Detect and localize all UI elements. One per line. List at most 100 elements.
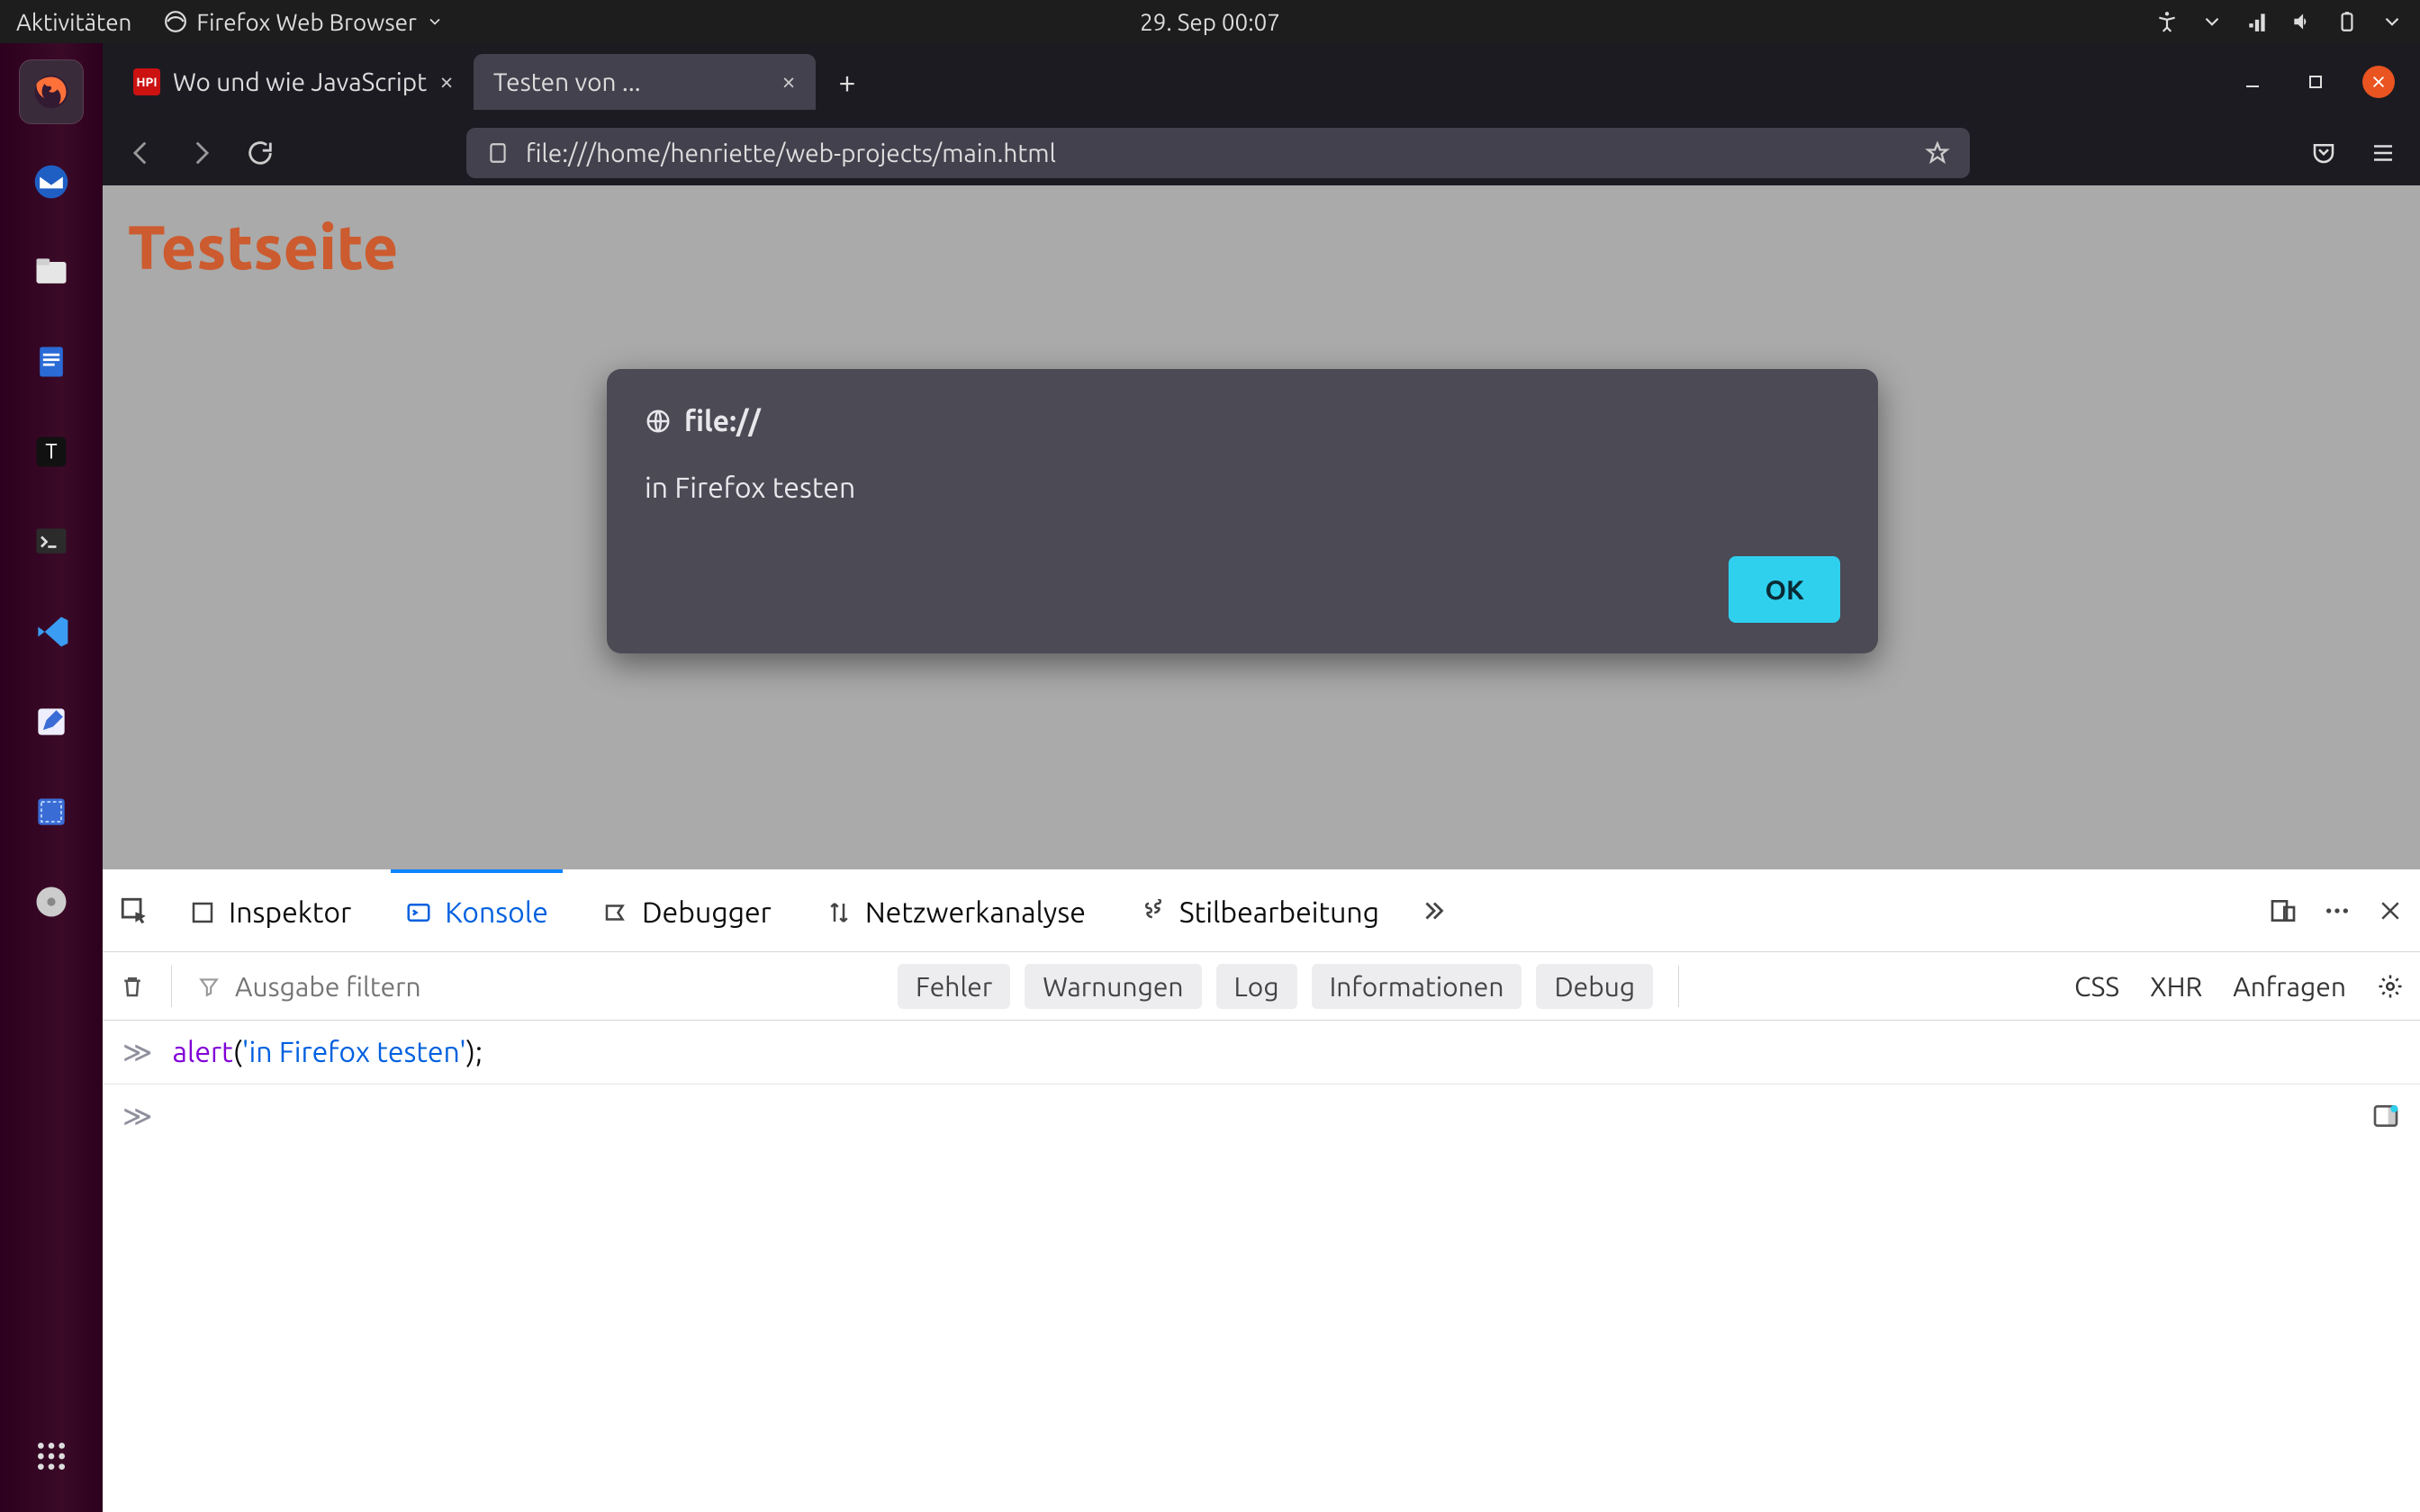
meatballs-icon xyxy=(2323,896,2352,925)
activities-button[interactable]: Aktivitäten xyxy=(16,9,131,35)
console-prompt[interactable]: ≫ xyxy=(103,1084,2420,1148)
system-tray[interactable] xyxy=(2155,10,2404,33)
filter-debug[interactable]: Debug xyxy=(1536,964,1653,1009)
tab-close-button[interactable]: × xyxy=(781,69,796,94)
close-icon xyxy=(2377,897,2404,924)
new-tab-button[interactable]: + xyxy=(826,61,868,103)
dock-gedit[interactable] xyxy=(19,689,84,754)
vscode-icon xyxy=(32,612,71,652)
window-close-button[interactable] xyxy=(2362,66,2395,98)
terminal-icon xyxy=(32,522,71,562)
dock-screenshot[interactable] xyxy=(19,779,84,844)
star-icon xyxy=(1925,140,1950,166)
dock-disc[interactable] xyxy=(19,869,84,934)
devtools-more-tabs[interactable] xyxy=(1419,896,1449,926)
dock-terminal[interactable] xyxy=(19,509,84,574)
chevron-down-icon xyxy=(426,13,444,31)
text-editor-icon xyxy=(32,702,71,742)
nav-forward-button[interactable] xyxy=(185,138,216,168)
console-icon xyxy=(405,899,432,926)
window-minimize-button[interactable] xyxy=(2236,66,2269,98)
chevron-down-icon xyxy=(2200,10,2224,33)
dock-text-editor-app[interactable]: T xyxy=(19,419,84,484)
devtools-menu-button[interactable] xyxy=(2323,896,2352,925)
page-content: Testseite file:// in Firefox testen OK xyxy=(103,185,2420,869)
app-menu-label: Firefox Web Browser xyxy=(196,9,416,35)
reload-icon xyxy=(245,138,275,168)
filter-css[interactable]: CSS xyxy=(2074,971,2119,1002)
window-controls xyxy=(2236,66,2409,98)
filter-info[interactable]: Informationen xyxy=(1312,964,1522,1009)
favicon-hpi-icon: HPI xyxy=(133,68,160,95)
browser-tab-1[interactable]: Testen von ... × xyxy=(474,54,816,110)
tab-console[interactable]: Konsole xyxy=(391,869,563,952)
tab-title: Testen von ... xyxy=(493,68,641,96)
devtools-close-button[interactable] xyxy=(2377,897,2404,924)
console-clear-button[interactable] xyxy=(119,973,146,1000)
tab-title: Wo und wie JavaScript xyxy=(173,68,427,96)
browser-tab-0[interactable]: HPI Wo und wie JavaScript × xyxy=(113,54,474,110)
console-settings-button[interactable] xyxy=(2377,973,2404,1000)
responsive-icon xyxy=(2269,896,2298,925)
disc-icon xyxy=(32,882,71,922)
element-picker-icon xyxy=(119,896,149,926)
console-filter-input[interactable] xyxy=(235,971,883,1002)
battery-icon xyxy=(2335,10,2359,33)
window-maximize-button[interactable] xyxy=(2299,66,2332,98)
dock: T xyxy=(0,43,103,1512)
accessibility-icon xyxy=(2155,10,2179,33)
minimize-icon xyxy=(2244,73,2262,91)
prompt-marker-icon: ≫ xyxy=(122,1099,153,1133)
pocket-button[interactable] xyxy=(2310,140,2337,166)
alert-message: in Firefox testen xyxy=(645,472,1840,504)
dock-thunderbird[interactable] xyxy=(19,149,84,214)
dock-firefox[interactable] xyxy=(19,59,84,124)
filter-xhr[interactable]: XHR xyxy=(2150,971,2202,1002)
firefox-icon xyxy=(32,72,71,112)
chevrons-right-icon xyxy=(1419,896,1449,926)
firefox-window: HPI Wo und wie JavaScript × Testen von .… xyxy=(103,43,2420,1512)
firefox-mono-icon xyxy=(164,10,187,33)
filter-log[interactable]: Log xyxy=(1216,964,1297,1009)
devtools-picker-button[interactable] xyxy=(119,896,149,926)
pocket-icon xyxy=(2310,140,2337,166)
bookmark-star-button[interactable] xyxy=(1925,140,1950,166)
tab-style-editor[interactable]: Stilbearbeitung xyxy=(1125,869,1394,952)
app-menu[interactable]: Firefox Web Browser xyxy=(164,9,443,35)
filter-requests[interactable]: Anfragen xyxy=(2233,971,2346,1002)
alert-ok-button[interactable]: OK xyxy=(1729,556,1840,623)
console-sidebar-toggle[interactable] xyxy=(2371,1102,2400,1130)
clock[interactable]: 29. Sep 00:07 xyxy=(1140,9,1280,35)
dock-apps-grid[interactable] xyxy=(19,1424,84,1489)
tab-debugger[interactable]: Debugger xyxy=(588,869,786,952)
devtools-responsive-button[interactable] xyxy=(2269,896,2298,925)
devtools-tabstrip: Inspektor Konsole Debugger Netzwerkanaly… xyxy=(103,869,2420,952)
url-text: file:///home/henriette/web-projects/main… xyxy=(526,140,1056,167)
dock-files[interactable] xyxy=(19,239,84,304)
gnome-top-bar: Aktivitäten Firefox Web Browser 29. Sep … xyxy=(0,0,2420,43)
document-icon xyxy=(32,342,71,382)
dock-writer[interactable] xyxy=(19,329,84,394)
console-code: alert('in Firefox testen'); xyxy=(173,1036,483,1068)
tab-network[interactable]: Netzwerkanalyse xyxy=(811,869,1100,952)
arrow-left-icon xyxy=(126,138,157,168)
nav-reload-button[interactable] xyxy=(245,138,275,168)
nav-back-button[interactable] xyxy=(126,138,157,168)
gear-icon xyxy=(2377,973,2404,1000)
dock-vscode[interactable] xyxy=(19,599,84,664)
trash-icon xyxy=(119,973,146,1000)
inspector-icon xyxy=(189,899,216,926)
chevron-down-icon xyxy=(2380,10,2404,33)
url-bar[interactable]: file:///home/henriette/web-projects/main… xyxy=(466,128,1970,178)
tab-close-button[interactable]: × xyxy=(439,69,454,94)
filter-warnings[interactable]: Warnungen xyxy=(1025,964,1201,1009)
alert-origin: file:// xyxy=(684,405,761,437)
tab-inspector[interactable]: Inspektor xyxy=(175,869,366,952)
filter-errors[interactable]: Fehler xyxy=(898,964,1010,1009)
app-menu-button[interactable] xyxy=(2370,140,2397,166)
thunderbird-icon xyxy=(32,162,71,202)
tab-label: Konsole xyxy=(445,896,548,929)
page-heading: Testseite xyxy=(103,185,2420,308)
svg-text:T: T xyxy=(45,438,57,463)
js-alert-dialog: file:// in Firefox testen OK xyxy=(607,369,1878,653)
